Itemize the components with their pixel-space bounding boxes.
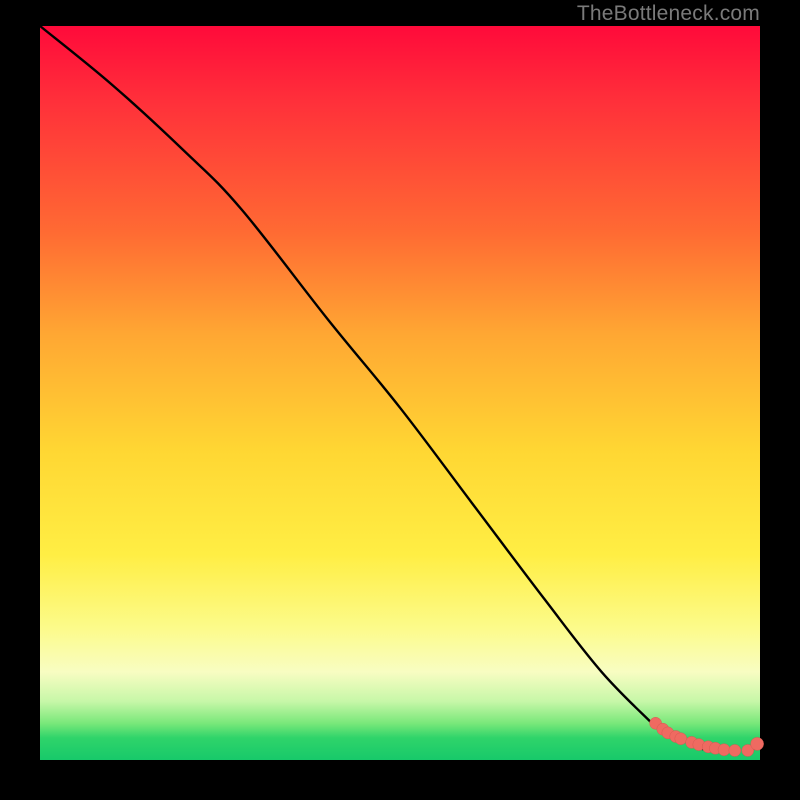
highlight-dot	[718, 744, 730, 756]
watermark-text: TheBottleneck.com	[577, 2, 760, 26]
highlight-dot	[675, 733, 687, 745]
highlight-dots-group	[650, 717, 764, 756]
highlight-dot	[751, 737, 764, 750]
highlight-dot	[729, 744, 741, 756]
bottleneck-curve-solid	[40, 26, 652, 723]
chart-svg	[40, 26, 760, 760]
chart-frame: TheBottleneck.com	[0, 0, 800, 800]
plot-area	[40, 26, 760, 760]
